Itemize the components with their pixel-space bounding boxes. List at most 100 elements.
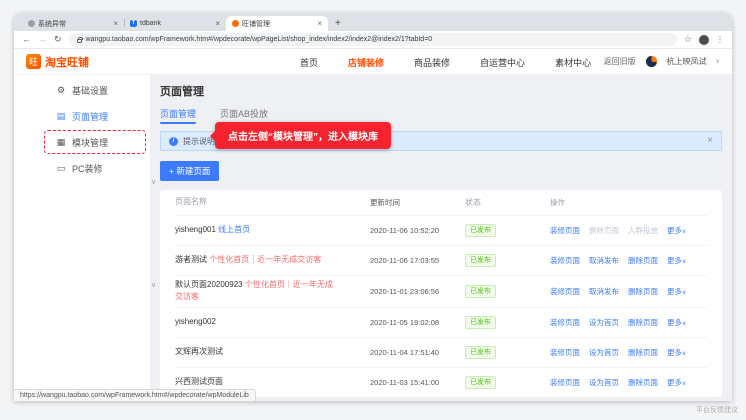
status-url-bar: https://wangpu.taobao.com/wpFramework.ht… [14,389,256,401]
url-field[interactable]: wangpu.taobao.com/wpFramework.htm#/wpdec… [68,33,677,46]
nav-item-home[interactable]: 首页 [300,56,318,69]
info-icon: i [169,136,178,146]
tab3-close-icon[interactable]: × [317,19,322,28]
page-name: 默认页面20200923 个性化首页｜近一年无成交访客 [175,279,370,304]
row-action-link[interactable]: 更多∨ [667,347,686,358]
row-action-link[interactable]: 删除页面 [628,377,658,388]
page-name-text: 文辉再次测试 [175,347,223,357]
page-name: yisheng001 线上首页 [175,224,370,236]
page-name-tag: 线上首页 [218,225,251,235]
tab3-title: 旺铺管理 [242,20,270,28]
app-body: ⚙ 基础设置 ▤ 页面管理 ▦ 模块管理 ▭ PC装修 页面管理 页面管理 页面… [14,75,732,401]
page-name-text: 默认页面20200923 [175,280,245,289]
row-action-link[interactable]: 设为首页 [589,347,619,358]
tab2-title: tdbank [140,20,162,27]
row-action-link: 删除页面 [589,226,619,235]
status-badge: 已发布 [465,375,496,389]
status-cell: 已发布 [465,345,550,359]
sidebar-item-label: PC装修 [72,163,103,174]
group-expand-caret-icon[interactable]: ∨ [151,178,156,186]
browser-tab-strip: 系统异常 × T tdbank × 旺铺管理 × + [14,13,732,31]
row-action-link[interactable]: 取消发布 [589,286,619,297]
page-name-text: yisheng001 [175,225,219,235]
table-body: yisheng001 线上首页 2020-11-06 10:52:20 已发布 装修页… [175,215,707,397]
banner-close-icon[interactable]: × [707,136,713,146]
row-action-link[interactable]: 装修页面 [550,347,580,358]
brand-logo-icon: 旺 [26,54,41,69]
row-action-link[interactable]: 装修页面 [550,255,580,266]
row-action-link[interactable]: 更多∨ [667,255,686,266]
updated-time: 2020-11-04 17:51:40 [370,347,440,357]
nav-item-self-operation[interactable]: 自运营中心 [480,56,525,69]
updated-time: 2020-11-05 19:02:08 [370,317,440,327]
nav-item-material-center[interactable]: 素材中心 [555,56,591,69]
row-action-link[interactable]: 装修页面 [550,286,580,297]
row-action-link[interactable]: 装修页面 [550,377,580,388]
header-right: 返回旧版 杭上映凤试 ∨ [604,55,720,68]
row-action-link[interactable]: 删除页面 [628,347,658,358]
shop-name[interactable]: 杭上映凤试 [667,56,707,67]
browser-tab-2[interactable]: T tdbank × [124,16,226,31]
new-tab-button[interactable]: + [335,19,341,29]
row-action-link[interactable]: 装修页面 [550,225,580,236]
browser-tab-3-active[interactable]: 旺铺管理 × [226,16,328,31]
row-action-link[interactable]: 更多∨ [667,377,686,388]
row-action-link[interactable]: 删除页面 [628,255,658,266]
row-action-link[interactable]: 更多∨ [667,317,686,328]
status-cell: 已发布 [465,315,550,329]
main-nav: 首页 店铺装修 商品装修 自运营中心 素材中心 [300,49,591,75]
row-action-link[interactable]: 设为首页 [589,377,619,388]
nav-item-shop-decorate[interactable]: 店铺装修 [348,56,384,69]
browser-tab-1[interactable]: 系统异常 × [22,16,124,31]
back-icon[interactable]: ← [22,35,31,44]
status-badge: 已发布 [465,253,496,268]
tab1-close-icon[interactable]: × [113,19,118,28]
sidebar-item-basic-settings[interactable]: ⚙ 基础设置 [14,77,150,103]
nav-item-item-decorate[interactable]: 商品装修 [414,56,450,69]
tab-page-manage[interactable]: 页面管理 [160,107,197,124]
status-badge: 已发布 [465,223,496,238]
browser-menu-icon[interactable]: ⋮ [716,35,724,44]
chevron-down-icon: ∨ [682,229,687,235]
row-action-link[interactable]: 更多∨ [667,286,686,297]
brand[interactable]: 旺 淘宝旺铺 [26,54,89,70]
row-action-link[interactable]: 删除页面 [628,286,658,297]
pages-table: 页面名称 更新时间 状态 操作 yisheng001 线上首页 2020-11-06 1… [160,190,722,397]
pages-icon: ▤ [56,110,66,121]
reload-icon[interactable]: ↻ [54,35,62,44]
sidebar-item-module-manage[interactable]: ▦ 模块管理 [14,129,150,155]
page-name-tag: 个性化首页｜近一年无成交访客 [209,255,322,265]
row-action-link[interactable]: 装修页面 [550,317,580,328]
row-action-link[interactable]: 更多∨ [667,225,686,236]
column-header: 页面名称 [175,197,207,207]
sidebar-item-label: 页面管理 [72,111,109,122]
sidebar-item-page-manage[interactable]: ▤ 页面管理 [14,103,150,129]
lock-icon [76,36,83,43]
page-name: 文辉再次测试 [175,346,370,358]
updated-time: 2020-11-06 10:52:20 [370,226,440,235]
status-cell: 已发布 [465,253,550,268]
feedback-link[interactable]: 平台反馈建议 [696,405,738,415]
row-actions: 装修页面 设为首页 删除页面 更多∨ [550,377,707,388]
group-expand-caret-icon[interactable]: ∨ [151,281,156,289]
page-name-text: 兴西测试页面 [175,377,223,387]
browser-profile-avatar[interactable] [699,34,709,45]
tab2-close-icon[interactable]: × [215,19,220,28]
page-name-text: 游者测试 [175,255,210,265]
updated-time: 2020-11-03 15:41:00 [370,377,440,387]
row-action-link[interactable]: 取消发布 [589,255,619,266]
browser-window: 系统异常 × T tdbank × 旺铺管理 × + ← → ↻ wangpu.… [14,13,732,401]
status-badge: 已发布 [465,284,496,298]
sidebar-item-label: 基础设置 [72,85,109,96]
bookmark-star-icon[interactable]: ☆ [684,35,692,44]
chevron-down-icon: ∨ [682,320,687,327]
back-to-old-link[interactable]: 返回旧版 [604,56,636,67]
row-action-link[interactable]: 删除页面 [628,317,658,328]
chevron-down-icon[interactable]: ∨ [716,58,720,65]
new-page-button[interactable]: + 新建页面 [160,161,220,181]
sidebar-item-pc-decorate[interactable]: ▭ PC装修 [14,155,150,181]
row-action-link[interactable]: 设为首页 [589,317,619,328]
page-name: 兴西测试页面 [175,376,370,388]
sidebar: ⚙ 基础设置 ▤ 页面管理 ▦ 模块管理 ▭ PC装修 [14,75,150,401]
chevron-down-icon: ∨ [682,259,687,265]
